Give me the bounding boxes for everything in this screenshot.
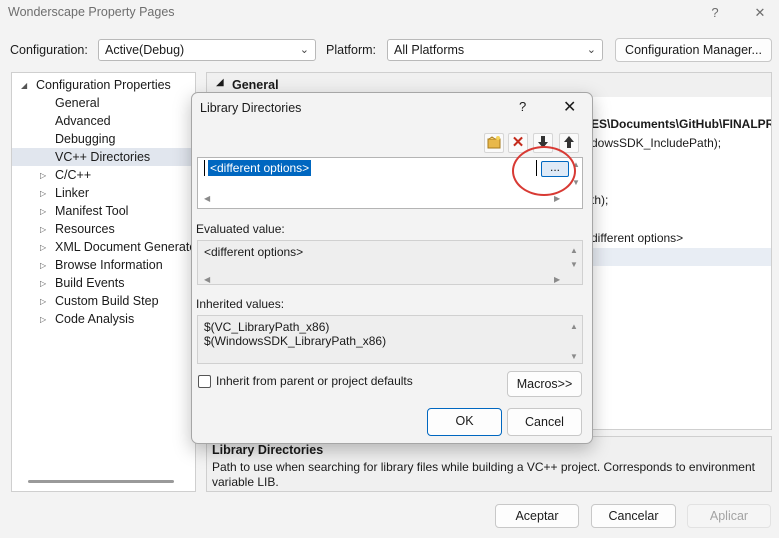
grid-section-title: General	[232, 78, 279, 92]
scroll-right-icon[interactable]: ▶	[554, 194, 560, 203]
scroll-up-icon[interactable]: ▲	[570, 244, 578, 258]
tree-item[interactable]: Linker	[55, 184, 89, 202]
tree-item[interactable]: Advanced	[55, 112, 111, 130]
expand-arrow-icon[interactable]: ▷	[40, 297, 46, 306]
description-panel: Library Directories Path to use when sea…	[206, 436, 772, 492]
library-directories-dialog: Library Directories ? ✕ ✕ <different opt…	[191, 92, 593, 444]
apply-button[interactable]: Aplicar	[687, 504, 771, 528]
chevron-down-icon: ⌄	[586, 44, 596, 56]
inherited-values-label: Inherited values:	[196, 297, 285, 311]
macros-button[interactable]: Macros>>	[507, 371, 582, 397]
expand-arrow-icon[interactable]: ▷	[40, 189, 46, 198]
scroll-left-icon[interactable]: ◀	[204, 194, 210, 203]
inherit-checkbox-label[interactable]: Inherit from parent or project defaults	[216, 374, 413, 388]
tree-item[interactable]: Build Events	[55, 274, 124, 292]
platform-select[interactable]: All Platforms ⌄	[387, 39, 603, 61]
expand-arrow-icon[interactable]: ▷	[40, 261, 46, 270]
help-icon[interactable]: ?	[700, 2, 730, 24]
cancel-button[interactable]: Cancelar	[591, 504, 676, 528]
grid-row-value[interactable]: ES\Documents\GitHub\FINALPR	[591, 117, 771, 131]
grid-row-value[interactable]: th);	[591, 193, 608, 207]
scroll-left-icon[interactable]: ◀	[204, 273, 210, 287]
scroll-up-icon[interactable]: ▲	[570, 320, 578, 334]
scroll-down-icon[interactable]: ▼	[570, 258, 578, 272]
tree-root[interactable]: Configuration Properties	[36, 76, 171, 94]
tree-item[interactable]: VC++ Directories	[12, 148, 195, 166]
inherited-value: $(VC_LibraryPath_x86)	[204, 320, 330, 334]
directory-entry-input[interactable]: <different options>	[208, 160, 312, 176]
expand-arrow-icon[interactable]: ▷	[40, 243, 46, 252]
window-titlebar: Wonderscape Property Pages ? ✕	[0, 0, 779, 28]
platform-label: Platform:	[326, 43, 377, 57]
configuration-manager-button[interactable]: Configuration Manager...	[615, 38, 772, 62]
grid-row-value[interactable]: dowsSDK_IncludePath);	[591, 136, 721, 150]
scroll-right-icon[interactable]: ▶	[554, 273, 560, 287]
accept-button[interactable]: Aceptar	[495, 504, 579, 528]
tree-item[interactable]: General	[55, 94, 99, 112]
expand-arrow-icon[interactable]: ▷	[40, 315, 46, 324]
help-icon[interactable]: ?	[519, 99, 526, 114]
horizontal-scrollbar[interactable]	[28, 480, 174, 483]
inherited-values-box: $(VC_LibraryPath_x86) $(WindowsSDK_Libra…	[197, 315, 583, 364]
text-caret	[204, 160, 205, 176]
expand-arrow-icon[interactable]: ▷	[40, 171, 46, 180]
dialog-title: Library Directories	[200, 101, 302, 115]
new-line-icon[interactable]	[484, 133, 504, 153]
close-icon[interactable]: ✕	[745, 2, 775, 24]
evaluated-value-text: <different options>	[204, 245, 304, 259]
ok-button[interactable]: OK	[427, 408, 502, 436]
property-tree: ◢ Configuration Properties General Advanc…	[11, 72, 196, 492]
grid-row-value[interactable]: different options>	[591, 231, 683, 245]
chevron-down-icon: ⌄	[299, 44, 309, 56]
window-title: Wonderscape Property Pages	[8, 5, 175, 19]
tree-item[interactable]: Code Analysis	[55, 310, 134, 328]
evaluated-value-box: <different options> ▲ ▼ ◀ ▶	[197, 240, 583, 285]
tree-item[interactable]: Resources	[55, 220, 115, 238]
tree-item[interactable]: XML Document Generator	[55, 238, 195, 256]
configuration-value: Active(Debug)	[105, 43, 185, 57]
collapse-arrow-icon: ◢	[216, 77, 224, 88]
red-annotation-circle	[512, 146, 576, 196]
inherit-checkbox[interactable]	[198, 375, 211, 388]
tree-item[interactable]: Custom Build Step	[55, 292, 159, 310]
tree-item[interactable]: Manifest Tool	[55, 202, 128, 220]
configuration-select[interactable]: Active(Debug) ⌄	[98, 39, 316, 61]
inherited-value: $(WindowsSDK_LibraryPath_x86)	[204, 334, 387, 348]
cancel-button[interactable]: Cancel	[507, 408, 582, 436]
description-text: Path to use when searching for library f…	[212, 460, 755, 489]
platform-value: All Platforms	[394, 43, 465, 57]
expand-arrow-icon[interactable]: ▷	[40, 225, 46, 234]
expand-arrow-icon[interactable]: ▷	[40, 279, 46, 288]
scroll-down-icon[interactable]: ▼	[570, 350, 578, 364]
close-icon[interactable]: ✕	[563, 97, 576, 117]
tree-item[interactable]: C/C++	[55, 166, 91, 184]
expand-arrow-icon[interactable]: ▷	[40, 207, 46, 216]
configuration-label: Configuration:	[10, 43, 88, 57]
tree-item[interactable]: Browse Information	[55, 256, 163, 274]
evaluated-value-label: Evaluated value:	[196, 222, 285, 236]
tree-item[interactable]: Debugging	[55, 130, 115, 148]
collapse-arrow-icon[interactable]: ◢	[21, 81, 27, 90]
description-title: Library Directories	[212, 443, 324, 457]
